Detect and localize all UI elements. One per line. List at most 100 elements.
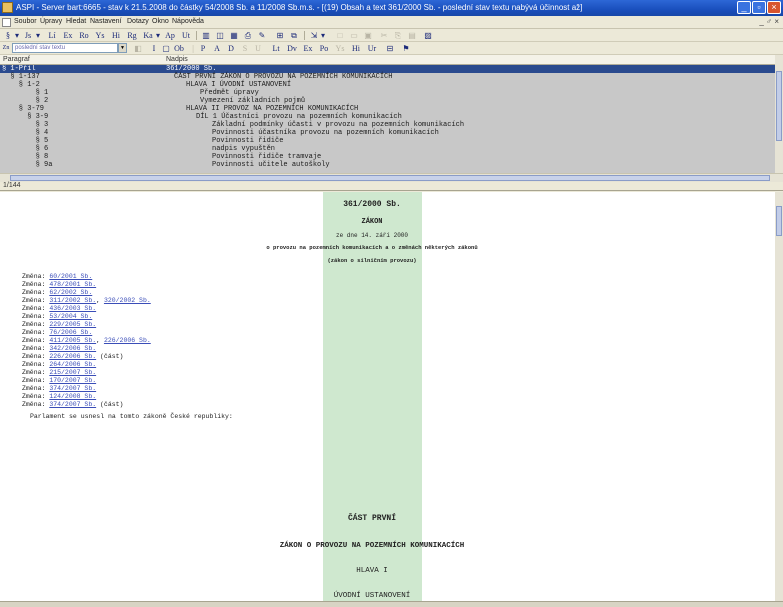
copy-icon[interactable]: ⎘ bbox=[392, 30, 404, 41]
amendment-link[interactable]: 311/2002 Sb. bbox=[49, 297, 96, 304]
toolbar-button-ut[interactable]: Ut bbox=[180, 30, 192, 41]
menu-nastaveni[interactable]: Nastavení bbox=[90, 18, 122, 25]
scrollbar-thumb[interactable] bbox=[776, 71, 782, 141]
amendment-link[interactable]: 53/2004 Sb. bbox=[49, 313, 92, 320]
toolbar-button-li[interactable]: Lí bbox=[46, 30, 58, 41]
amendment-link[interactable]: 76/2006 Sb. bbox=[49, 329, 92, 336]
toolbar-button-lt[interactable]: Lt bbox=[270, 43, 282, 54]
maximize-button[interactable]: ▫ bbox=[752, 1, 766, 14]
menu-dotazy[interactable]: Dotazy bbox=[127, 18, 149, 25]
toolbar-button-ex[interactable]: Ex bbox=[62, 30, 74, 41]
toolbar-button-js[interactable]: Js bbox=[22, 30, 34, 41]
panel-icon[interactable]: ◫ bbox=[214, 30, 226, 41]
open-folder-icon[interactable]: ▭ bbox=[348, 30, 360, 41]
tree-row[interactable]: § 1-2 HLAVA I ÚVODNÍ USTANOVENÍ bbox=[0, 81, 775, 89]
toolbar-button-ob[interactable]: Ob bbox=[173, 43, 185, 54]
toolbar-button-paragraph[interactable]: § bbox=[3, 30, 13, 41]
toolbar-button-ys2[interactable]: Ys bbox=[334, 43, 346, 54]
dropdown-arrow-icon[interactable]: ▾ bbox=[14, 30, 20, 41]
tree-row[interactable]: § 4 Povinnosti účastníka provozu na poze… bbox=[0, 129, 775, 137]
bookmark-icon[interactable]: ⚑ bbox=[400, 43, 412, 54]
tree-row[interactable]: § 3-9 DÍL 1 Účastníci provozu na pozemní… bbox=[0, 113, 775, 121]
tools-icon[interactable]: ✎ bbox=[256, 30, 268, 41]
tree-row[interactable]: § 8 Povinnosti řidiče tramvaje bbox=[0, 153, 775, 161]
toolbar-button-p[interactable]: P bbox=[198, 43, 208, 54]
toolbar-button-a[interactable]: A bbox=[213, 43, 221, 54]
close-button[interactable]: × bbox=[767, 1, 781, 14]
export-icon[interactable]: ⇲ bbox=[308, 30, 320, 41]
tree-row[interactable]: § 6 nadpis vypuštěn bbox=[0, 145, 775, 153]
amendment-link[interactable]: 374/2007 Sb. bbox=[49, 385, 96, 392]
amendment-link[interactable]: 478/2001 Sb. bbox=[49, 281, 96, 288]
scrollbar-thumb[interactable] bbox=[10, 175, 770, 181]
toolbar-button-ro[interactable]: Ro bbox=[78, 30, 90, 41]
amendment-link[interactable]: 226/2006 Sb. bbox=[49, 353, 96, 360]
toolbar-button-d[interactable]: D bbox=[227, 43, 235, 54]
scrollbar-thumb[interactable] bbox=[776, 206, 782, 236]
amendment-link[interactable]: 124/2008 Sb. bbox=[49, 393, 96, 400]
column-paragraf[interactable]: Paragraf bbox=[3, 56, 30, 63]
toolbar-button-i[interactable]: I bbox=[150, 43, 158, 54]
dropdown-arrow-icon[interactable]: ▾ bbox=[35, 30, 41, 41]
dropdown-arrow-icon[interactable]: ▾ bbox=[320, 30, 326, 41]
amendment-link[interactable]: 342/2006 Sb. bbox=[49, 345, 96, 352]
filter-icon[interactable]: ⊟ bbox=[384, 43, 396, 54]
tree-row[interactable]: § 1-137 ČÁST PRVNÍ ZÁKON O PROVOZU NA PO… bbox=[0, 73, 775, 81]
amendment-link[interactable]: 229/2005 Sb. bbox=[49, 321, 96, 328]
menu-soubor[interactable]: Soubor bbox=[14, 18, 37, 25]
toolbar-button-ys[interactable]: Ys bbox=[94, 30, 106, 41]
paste-icon[interactable]: ▤ bbox=[406, 30, 418, 41]
amendment-link[interactable]: 436/2003 Sb. bbox=[49, 305, 96, 312]
column-nadpis[interactable]: Nadpis bbox=[166, 56, 188, 63]
amendment-link[interactable]: 215/2007 Sb. bbox=[49, 369, 96, 376]
new-document-icon[interactable]: □ bbox=[334, 30, 346, 41]
amendment-link[interactable]: 264/2006 Sb. bbox=[49, 361, 96, 368]
document-view-icon[interactable]: ▢ bbox=[160, 43, 172, 54]
amendment-link[interactable]: 226/2006 Sb. bbox=[104, 337, 151, 344]
toolbar-button-ex2[interactable]: Ex bbox=[302, 43, 314, 54]
image-icon[interactable]: ▨ bbox=[422, 30, 434, 41]
toolbar-button-ur[interactable]: Ur bbox=[366, 43, 378, 54]
tree-row[interactable]: § 2 Vymezení základních pojmů bbox=[0, 97, 775, 105]
save-icon[interactable]: ▣ bbox=[362, 30, 374, 41]
tree-row[interactable]: § 3-79 HLAVA II PROVOZ NA POZEMNÍCH KOMU… bbox=[0, 105, 775, 113]
cut-icon[interactable]: ✂ bbox=[378, 30, 390, 41]
toolbar-button-ap[interactable]: Ap bbox=[164, 30, 176, 41]
tree-row[interactable]: § 1 Předmět úpravy bbox=[0, 89, 775, 97]
toolbar-button-hi2[interactable]: Hi bbox=[350, 43, 362, 54]
grid-icon[interactable]: ⊞ bbox=[274, 30, 286, 41]
toolbar-button-po[interactable]: Po bbox=[318, 43, 330, 54]
toolbar-button-rg[interactable]: Rg bbox=[126, 30, 138, 41]
amendment-link[interactable]: 320/2002 Sb. bbox=[104, 297, 151, 304]
toolbar-button-hi[interactable]: Hi bbox=[110, 30, 122, 41]
tree-vertical-scrollbar[interactable] bbox=[775, 55, 783, 173]
mdi-window-controls[interactable]: _ ♂ × bbox=[759, 17, 779, 26]
amendment-link[interactable]: 374/2007 Sb. bbox=[49, 401, 96, 408]
toolbar-button-s[interactable]: S bbox=[241, 43, 249, 54]
tree-row[interactable]: § 9a Povinnosti učitele autoškoly bbox=[0, 161, 775, 169]
print-icon[interactable]: ⎙ bbox=[242, 30, 254, 41]
chart-icon[interactable]: ▦ bbox=[228, 30, 240, 41]
menu-napoveda[interactable]: Nápověda bbox=[172, 18, 204, 25]
toolbar-button-ka[interactable]: Ka bbox=[142, 30, 154, 41]
compare-icon[interactable]: ⧉ bbox=[288, 30, 300, 41]
search-input[interactable]: poslední stav textu bbox=[12, 43, 118, 53]
tree-horizontal-scrollbar[interactable] bbox=[0, 173, 783, 182]
minimize-button[interactable]: _ bbox=[737, 1, 751, 14]
menu-upravy[interactable]: Úpravy bbox=[40, 18, 62, 25]
search-dropdown-icon[interactable]: ▼ bbox=[118, 43, 127, 53]
toolbar-button-dv[interactable]: Dv bbox=[286, 43, 298, 54]
menu-hledat[interactable]: Hledat bbox=[66, 18, 86, 25]
dropdown-arrow-icon[interactable]: ▾ bbox=[155, 30, 161, 41]
document-vertical-scrollbar[interactable] bbox=[775, 192, 783, 601]
tree-row[interactable]: § 5 Povinnosti řidiče bbox=[0, 137, 775, 145]
toolbar-button-u[interactable]: U bbox=[254, 43, 262, 54]
amendment-link[interactable]: 170/2007 Sb. bbox=[49, 377, 96, 384]
menu-okno[interactable]: Okno bbox=[152, 18, 169, 25]
tree-row[interactable]: § 3 Základní podmínky účasti v provozu n… bbox=[0, 121, 775, 129]
window-split-icon[interactable]: ▥ bbox=[200, 30, 212, 41]
amendment-link[interactable]: 60/2001 Sb. bbox=[49, 273, 92, 280]
tree-row[interactable]: § 1-Příl 361/2000 Sb. bbox=[0, 65, 775, 73]
amendment-link[interactable]: 411/2005 Sb. bbox=[49, 337, 96, 344]
amendment-link[interactable]: 62/2002 Sb. bbox=[49, 289, 92, 296]
